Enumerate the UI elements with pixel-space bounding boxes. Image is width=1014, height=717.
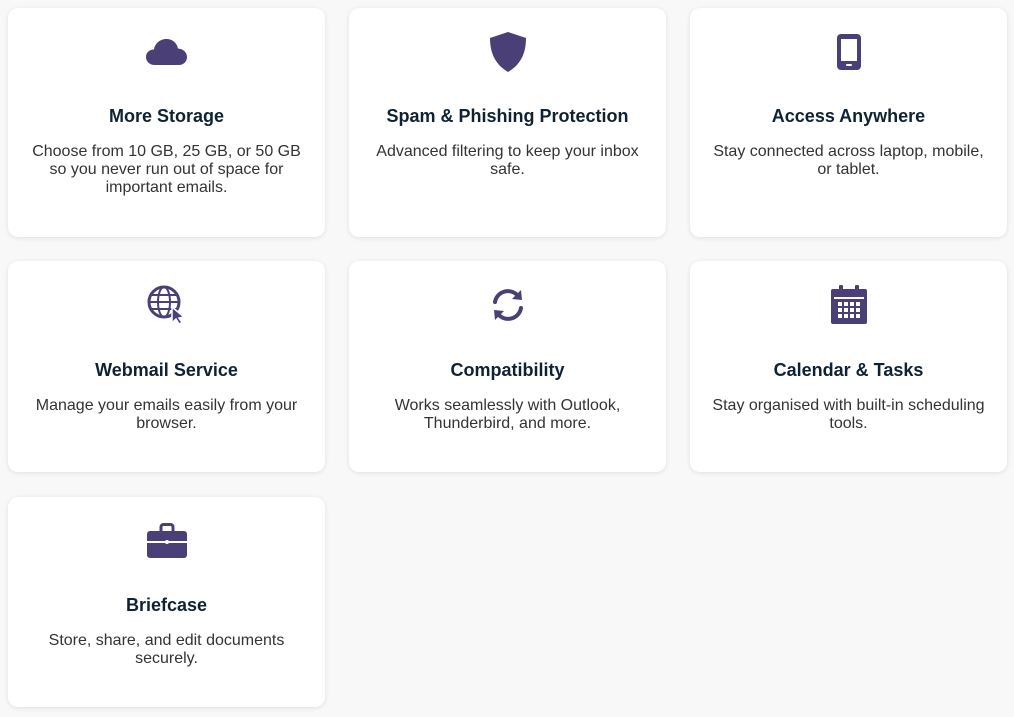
feature-description: Store, share, and edit documents securel… [48, 632, 285, 667]
feature-title: Briefcase [125, 595, 208, 615]
feature-card-spam-protection: Spam & Phishing Protection Advanced filt… [349, 8, 666, 237]
shield-icon [349, 32, 666, 72]
cloud-icon [8, 32, 325, 72]
feature-title: Compatibility [450, 360, 565, 380]
feature-description: Advanced filtering to keep your inbox sa… [376, 143, 639, 178]
feature-card-calendar-tasks: Calendar & Tasks Stay organised with bui… [690, 261, 1007, 472]
mobile-phone-icon [690, 32, 1007, 72]
feature-description: Stay organised with built-in scheduling … [712, 397, 985, 432]
feature-title: Spam & Phishing Protection [386, 106, 629, 126]
feature-title: Access Anywhere [771, 106, 926, 126]
sync-icon [349, 285, 666, 325]
feature-card-webmail-service: Webmail Service Manage your emails easil… [8, 261, 325, 472]
features-grid: More Storage Choose from 10 GB, 25 GB, o… [0, 0, 1014, 717]
feature-title: More Storage [108, 106, 225, 126]
feature-description: Stay connected across laptop, mobile, or… [713, 143, 984, 178]
feature-card-access-anywhere: Access Anywhere Stay connected across la… [690, 8, 1007, 237]
feature-card-more-storage: More Storage Choose from 10 GB, 25 GB, o… [8, 8, 325, 237]
feature-card-briefcase: Briefcase Store, share, and edit documen… [8, 497, 325, 707]
feature-card-compatibility: Compatibility Works seamlessly with Outl… [349, 261, 666, 472]
feature-title: Calendar & Tasks [773, 360, 924, 380]
feature-description: Choose from 10 GB, 25 GB, or 50 GB so yo… [32, 143, 301, 196]
globe-pointer-icon [8, 285, 325, 325]
feature-description: Works seamlessly with Outlook, Thunderbi… [394, 397, 621, 432]
feature-title: Webmail Service [95, 360, 238, 380]
briefcase-icon [8, 521, 325, 561]
feature-description: Manage your emails easily from your brow… [35, 397, 298, 432]
calendar-icon [690, 285, 1007, 325]
